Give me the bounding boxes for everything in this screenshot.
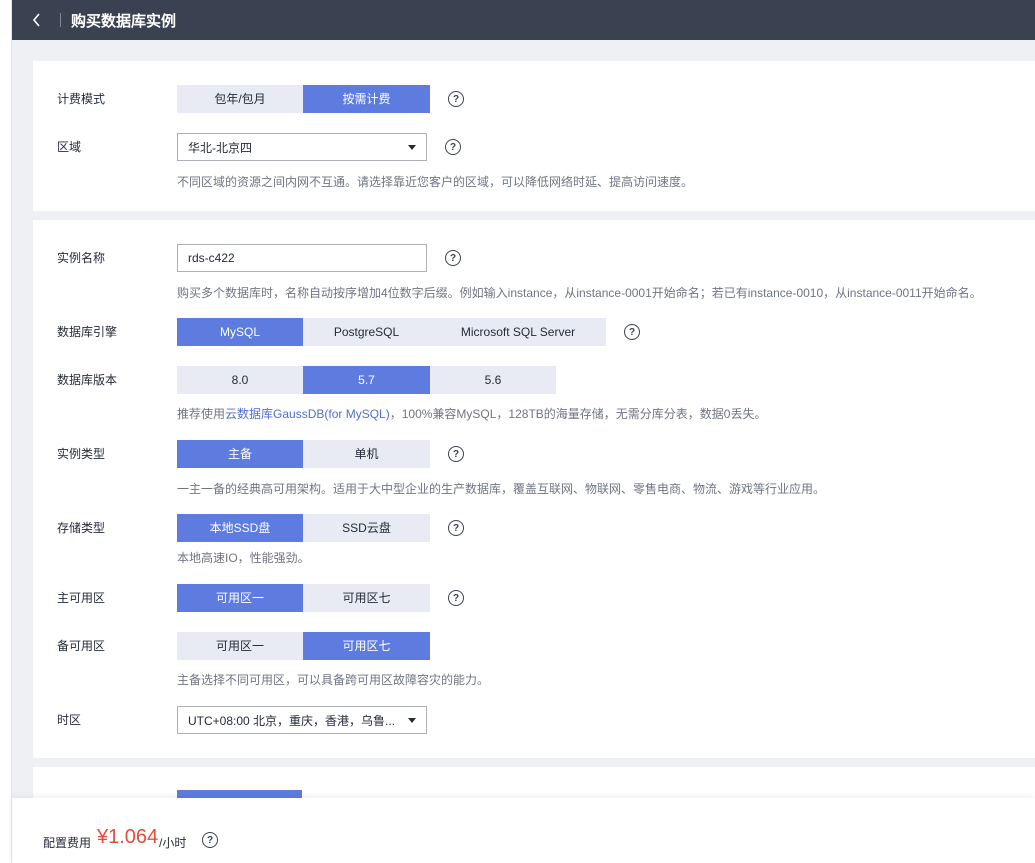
timezone-select[interactable]: UTC+08:00 北京，重庆，香港，乌鲁... — [177, 706, 427, 734]
caret-down-icon — [408, 718, 416, 723]
standby-az-label: 备可用区 — [57, 639, 106, 653]
version-hint-suffix: ，100%兼容MySQL，128TB的海量存储，无需分库分表，数据0丢失。 — [389, 407, 767, 421]
version-hint: 推荐使用云数据库GaussDB(for MySQL)，100%兼容MySQL，1… — [177, 405, 766, 422]
timezone-label: 时区 — [57, 713, 82, 727]
storage-type-hint: 本地高速IO，性能强劲。 — [177, 551, 310, 565]
instance-name-help-icon[interactable]: ? — [445, 250, 461, 266]
billing-help-icon[interactable]: ? — [448, 91, 464, 107]
gaussdb-link[interactable]: 云数据库GaussDB(for MySQL) — [225, 407, 390, 421]
version-selector: 8.0 5.7 5.6 — [177, 366, 556, 394]
region-select[interactable]: 华北-北京四 — [177, 133, 427, 161]
standby-az-hint: 主备选择不同可用区，可以具备跨可用区故障容灾的能力。 — [177, 673, 490, 687]
standby-az-option-7[interactable]: 可用区七 — [303, 632, 430, 660]
back-icon[interactable] — [20, 0, 54, 40]
primary-az-option-1[interactable]: 可用区一 — [177, 584, 303, 612]
instance-type-help-icon[interactable]: ? — [448, 446, 464, 462]
billing-option-yearly[interactable]: 包年/包月 — [177, 85, 303, 113]
instance-type-option-single[interactable]: 单机 — [303, 440, 430, 468]
engine-option-sqlserver[interactable]: Microsoft SQL Server — [430, 318, 606, 346]
page-title: 购买数据库实例 — [71, 12, 177, 30]
page-header: 购买数据库实例 — [12, 0, 1035, 40]
standby-az-option-1[interactable]: 可用区一 — [177, 632, 303, 660]
engine-option-mysql[interactable]: MySQL — [177, 318, 303, 346]
fee-unit: /小时 — [159, 836, 187, 850]
instance-type-hint: 一主一备的经典高可用架构。适用于大中型企业的生产数据库，覆盖互联网、物联网、零售… — [177, 482, 826, 496]
instance-config-card: 实例名称 ? 购买多个数据库时，名称自动按序增加4位数字后缀。例如输入insta… — [33, 220, 1035, 758]
billing-region-card: 计费模式 包年/包月 按需计费 ? 区域 华北-北京四 ? 不同区域的资源之间内… — [33, 61, 1035, 211]
header-divider — [60, 13, 61, 27]
billing-option-ondemand[interactable]: 按需计费 — [303, 85, 430, 113]
version-option-5-6[interactable]: 5.6 — [430, 366, 556, 394]
billing-mode-selector: 包年/包月 按需计费 — [177, 85, 430, 113]
primary-az-selector: 可用区一 可用区七 — [177, 584, 430, 612]
engine-label: 数据库引擎 — [57, 325, 118, 339]
primary-az-label: 主可用区 — [57, 591, 106, 605]
storage-type-label: 存储类型 — [57, 521, 106, 535]
storage-option-cloud-ssd[interactable]: SSD云盘 — [303, 514, 430, 542]
fee-value: ¥1.064 — [97, 826, 159, 848]
fee-help-icon[interactable]: ? — [202, 832, 218, 848]
standby-az-selector: 可用区一 可用区七 — [177, 632, 430, 660]
instance-type-selector: 主备 单机 — [177, 440, 430, 468]
region-label: 区域 — [57, 140, 82, 154]
primary-az-help-icon[interactable]: ? — [448, 590, 464, 606]
instance-name-input[interactable] — [177, 244, 427, 272]
version-label: 数据库版本 — [57, 373, 118, 387]
left-nav-strip — [0, 0, 12, 863]
engine-help-icon[interactable]: ? — [624, 324, 640, 340]
caret-down-icon — [408, 145, 416, 150]
timezone-select-value: UTC+08:00 北京，重庆，香港，乌鲁... — [188, 713, 396, 728]
engine-option-postgresql[interactable]: PostgreSQL — [303, 318, 430, 346]
version-hint-prefix: 推荐使用 — [177, 407, 226, 421]
region-hint: 不同区域的资源之间内网不互通。请选择靠近您客户的区域，可以降低网络时延、提高访问… — [177, 175, 694, 189]
storage-type-selector: 本地SSD盘 SSD云盘 — [177, 514, 430, 542]
fee-label: 配置费用 — [43, 836, 92, 850]
billing-label: 计费模式 — [57, 92, 106, 106]
instance-type-label: 实例类型 — [57, 447, 106, 461]
storage-type-help-icon[interactable]: ? — [448, 520, 464, 536]
region-select-value: 华北-北京四 — [188, 140, 252, 155]
instance-name-hint: 购买多个数据库时，名称自动按序增加4位数字后缀。例如输入instance，从in… — [177, 286, 982, 300]
version-option-8-0[interactable]: 8.0 — [177, 366, 303, 394]
engine-selector: MySQL PostgreSQL Microsoft SQL Server — [177, 318, 606, 346]
version-option-5-7[interactable]: 5.7 — [303, 366, 430, 394]
instance-name-label: 实例名称 — [57, 251, 106, 265]
region-help-icon[interactable]: ? — [445, 139, 461, 155]
primary-az-option-7[interactable]: 可用区七 — [303, 584, 430, 612]
fee-bar: 配置费用 ¥1.064 /小时 ? — [12, 798, 1035, 863]
storage-option-local-ssd[interactable]: 本地SSD盘 — [177, 514, 303, 542]
instance-type-option-ha[interactable]: 主备 — [177, 440, 303, 468]
